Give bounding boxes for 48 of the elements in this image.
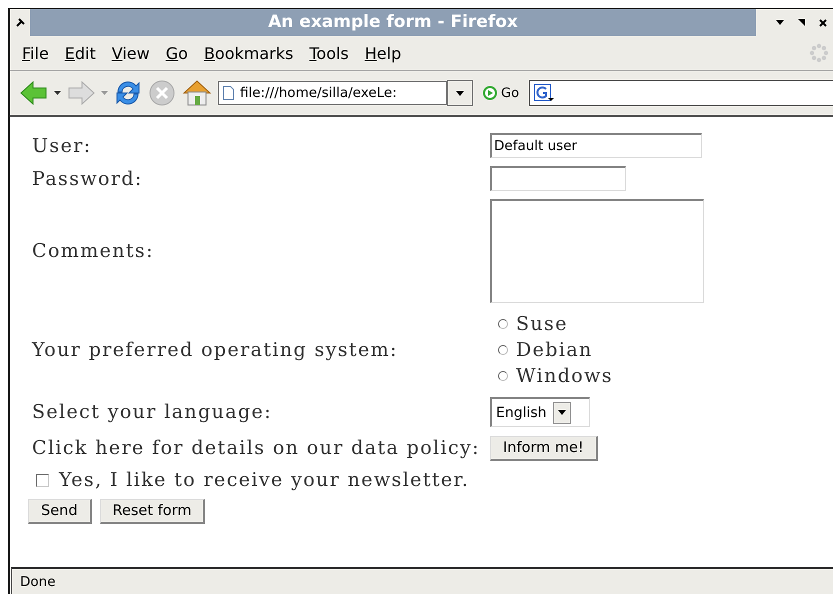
field-label: Comments: <box>32 240 155 262</box>
radio-button[interactable] <box>498 319 508 329</box>
field-label: Password: <box>32 168 144 190</box>
caret-icon[interactable] <box>54 91 61 95</box>
search-field[interactable] <box>529 80 833 106</box>
form-button[interactable]: Reset form <box>100 499 206 524</box>
caret-icon <box>552 402 571 424</box>
play-icon <box>483 86 497 100</box>
page-icon <box>223 86 234 100</box>
newsletter-checkbox[interactable] <box>36 474 49 486</box>
field-label: Select your language: <box>32 401 274 423</box>
pin-icon[interactable] <box>16 18 24 27</box>
radio-label: Windows <box>516 364 613 389</box>
menu-item[interactable]: Go <box>158 44 196 62</box>
radio-label: Debian <box>516 338 593 363</box>
menu-item[interactable]: Help <box>356 44 410 62</box>
radio-button[interactable] <box>498 371 508 381</box>
window-title: An example form - Firefox <box>30 9 756 36</box>
radio-button[interactable] <box>498 345 508 355</box>
status-bar: Done <box>11 567 833 594</box>
language-dropdown[interactable]: English <box>490 397 590 427</box>
go-button[interactable]: Go <box>479 86 524 100</box>
menu-item[interactable]: Bookmarks <box>196 44 302 62</box>
comments-field[interactable] <box>490 199 704 303</box>
address-field[interactable]: file:///home/silla/exeLe: <box>218 81 447 105</box>
search-engine-icon <box>534 84 554 102</box>
menu-item[interactable]: Tools <box>301 44 357 62</box>
dropdown-button[interactable] <box>447 80 473 106</box>
menu-item[interactable]: File <box>14 44 57 62</box>
user-field[interactable]: Default user <box>490 133 702 158</box>
maximize-icon[interactable] <box>798 19 805 26</box>
caret-icon <box>456 90 464 96</box>
password-field[interactable] <box>490 166 626 191</box>
form-button[interactable]: Send <box>28 499 92 524</box>
home-icon[interactable] <box>182 79 212 107</box>
inform-button[interactable]: Inform me! <box>490 436 598 461</box>
radio-label: Suse <box>516 312 568 337</box>
throbber-icon <box>809 43 829 63</box>
close-icon[interactable] <box>819 18 827 26</box>
field-label: User: <box>32 134 92 156</box>
menu-item[interactable]: View <box>104 44 158 62</box>
checkbox-label: Yes, I like to receive your newsletter. <box>59 469 470 491</box>
minimize-icon[interactable] <box>776 20 784 25</box>
back-arrow-icon[interactable] <box>20 80 48 106</box>
reload-icon[interactable] <box>114 79 142 107</box>
menu-item[interactable]: Edit <box>56 44 104 62</box>
field-label: Click here for details on our data policy: <box>32 437 481 459</box>
field-label: Your preferred operating system: <box>32 339 399 361</box>
